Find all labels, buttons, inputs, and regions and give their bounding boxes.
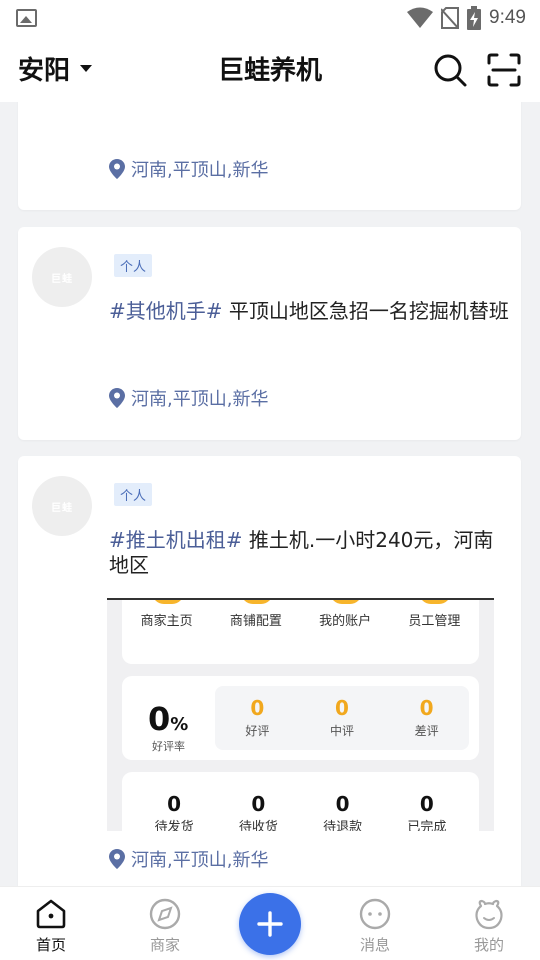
post-image[interactable]: 商家主页 商铺配置 我的账户 员工管理 0% 好评率 0 好评 0 中评 0 差评 0…: [107, 598, 494, 831]
no-sim-icon: [441, 7, 460, 29]
post-content: #推土机出租# 推土机.一小时240元，河南地区: [109, 528, 509, 578]
order-stat: 0 待退款: [323, 792, 363, 831]
caret-down-icon: [80, 65, 93, 72]
post-card[interactable]: 巨蛙 个人 #其他机手# 平顶山地区急招一名挖掘机替班 河南,平顶山,新华: [18, 227, 521, 440]
review-stat: 0 好评: [245, 696, 270, 738]
wifi-icon: [407, 7, 434, 28]
tab-label: 我的: [473, 936, 504, 954]
user-type-badge: 个人: [114, 483, 153, 506]
image-menu-item: 员工管理: [394, 600, 474, 629]
app-header: 安阳 巨蛙养机: [0, 36, 540, 102]
post-card[interactable]: 巨蛙 个人 #推土机出租# 推土机.一小时240元，河南地区 商家主页 商铺配置…: [18, 456, 521, 886]
image-icon: [16, 9, 37, 27]
status-bar: 9:49: [0, 0, 540, 36]
publish-button[interactable]: [239, 893, 301, 955]
image-rating-panel: 0% 好评率 0 好评 0 中评 0 差评: [122, 676, 479, 760]
location-pin-icon: [109, 159, 125, 179]
avatar[interactable]: 巨蛙: [32, 247, 92, 307]
image-menu-panel: 商家主页 商铺配置 我的账户 员工管理: [122, 600, 479, 664]
image-menu-item: 商家主页: [127, 600, 207, 629]
post-body: 平顶山地区急招一名挖掘机替班: [222, 299, 509, 323]
location-text: 河南,平顶山,新华: [131, 389, 269, 410]
post-topic[interactable]: #其他机手#: [109, 299, 223, 323]
post-feed[interactable]: 河南,平顶山,新华 巨蛙 个人 #其他机手# 平顶山地区急招一名挖掘机替班 河南…: [0, 102, 540, 886]
image-menu-item: 我的账户: [305, 600, 385, 629]
city-label: 安阳: [18, 56, 71, 86]
location-pin-icon: [109, 388, 125, 408]
profile-icon: [475, 899, 503, 930]
bottom-nav: 首页 商家 消息 我的: [0, 886, 540, 960]
home-icon: [36, 899, 66, 929]
scan-icon[interactable]: [486, 52, 522, 88]
plus-icon: [257, 911, 283, 937]
tab-profile[interactable]: 我的: [449, 897, 529, 955]
rating-label: 好评率: [152, 740, 185, 753]
review-stat: 0 差评: [414, 696, 439, 738]
location-pin-icon: [109, 849, 125, 869]
tab-label: 首页: [35, 936, 66, 954]
city-selector[interactable]: 安阳: [18, 50, 93, 87]
tab-label: 商家: [149, 936, 180, 954]
battery-charging-icon: [467, 6, 482, 30]
image-orders-panel: 0 待发货 0 待收货 0 待退款 0 已完成: [122, 772, 479, 831]
post-location: 河南,平顶山,新华: [109, 156, 268, 182]
post-card[interactable]: 河南,平顶山,新华: [18, 102, 521, 210]
order-stat: 0 待发货: [154, 792, 194, 831]
post-topic[interactable]: #推土机出租#: [109, 528, 243, 552]
image-menu-item: 商铺配置: [216, 600, 296, 629]
tab-home[interactable]: 首页: [11, 897, 91, 955]
search-icon[interactable]: [432, 52, 468, 88]
post-location: 河南,平顶山,新华: [109, 385, 268, 411]
location-text: 河南,平顶山,新华: [131, 160, 269, 181]
location-text: 河南,平顶山,新华: [131, 850, 269, 871]
status-time: 9:49: [489, 7, 526, 28]
tab-merchant[interactable]: 商家: [125, 897, 205, 955]
order-stat: 0 已完成: [407, 792, 447, 831]
compass-icon: [149, 898, 181, 930]
order-stat: 0 待收货: [238, 792, 278, 831]
post-location: 河南,平顶山,新华: [109, 846, 268, 872]
review-stat: 0 中评: [329, 696, 354, 738]
post-content: #其他机手# 平顶山地区急招一名挖掘机替班: [109, 299, 509, 324]
message-icon: [359, 898, 391, 930]
avatar[interactable]: 巨蛙: [32, 476, 92, 536]
rating-value: 0%: [148, 700, 189, 738]
tab-label: 消息: [359, 936, 390, 954]
user-type-badge: 个人: [114, 254, 153, 277]
tab-messages[interactable]: 消息: [335, 897, 415, 955]
